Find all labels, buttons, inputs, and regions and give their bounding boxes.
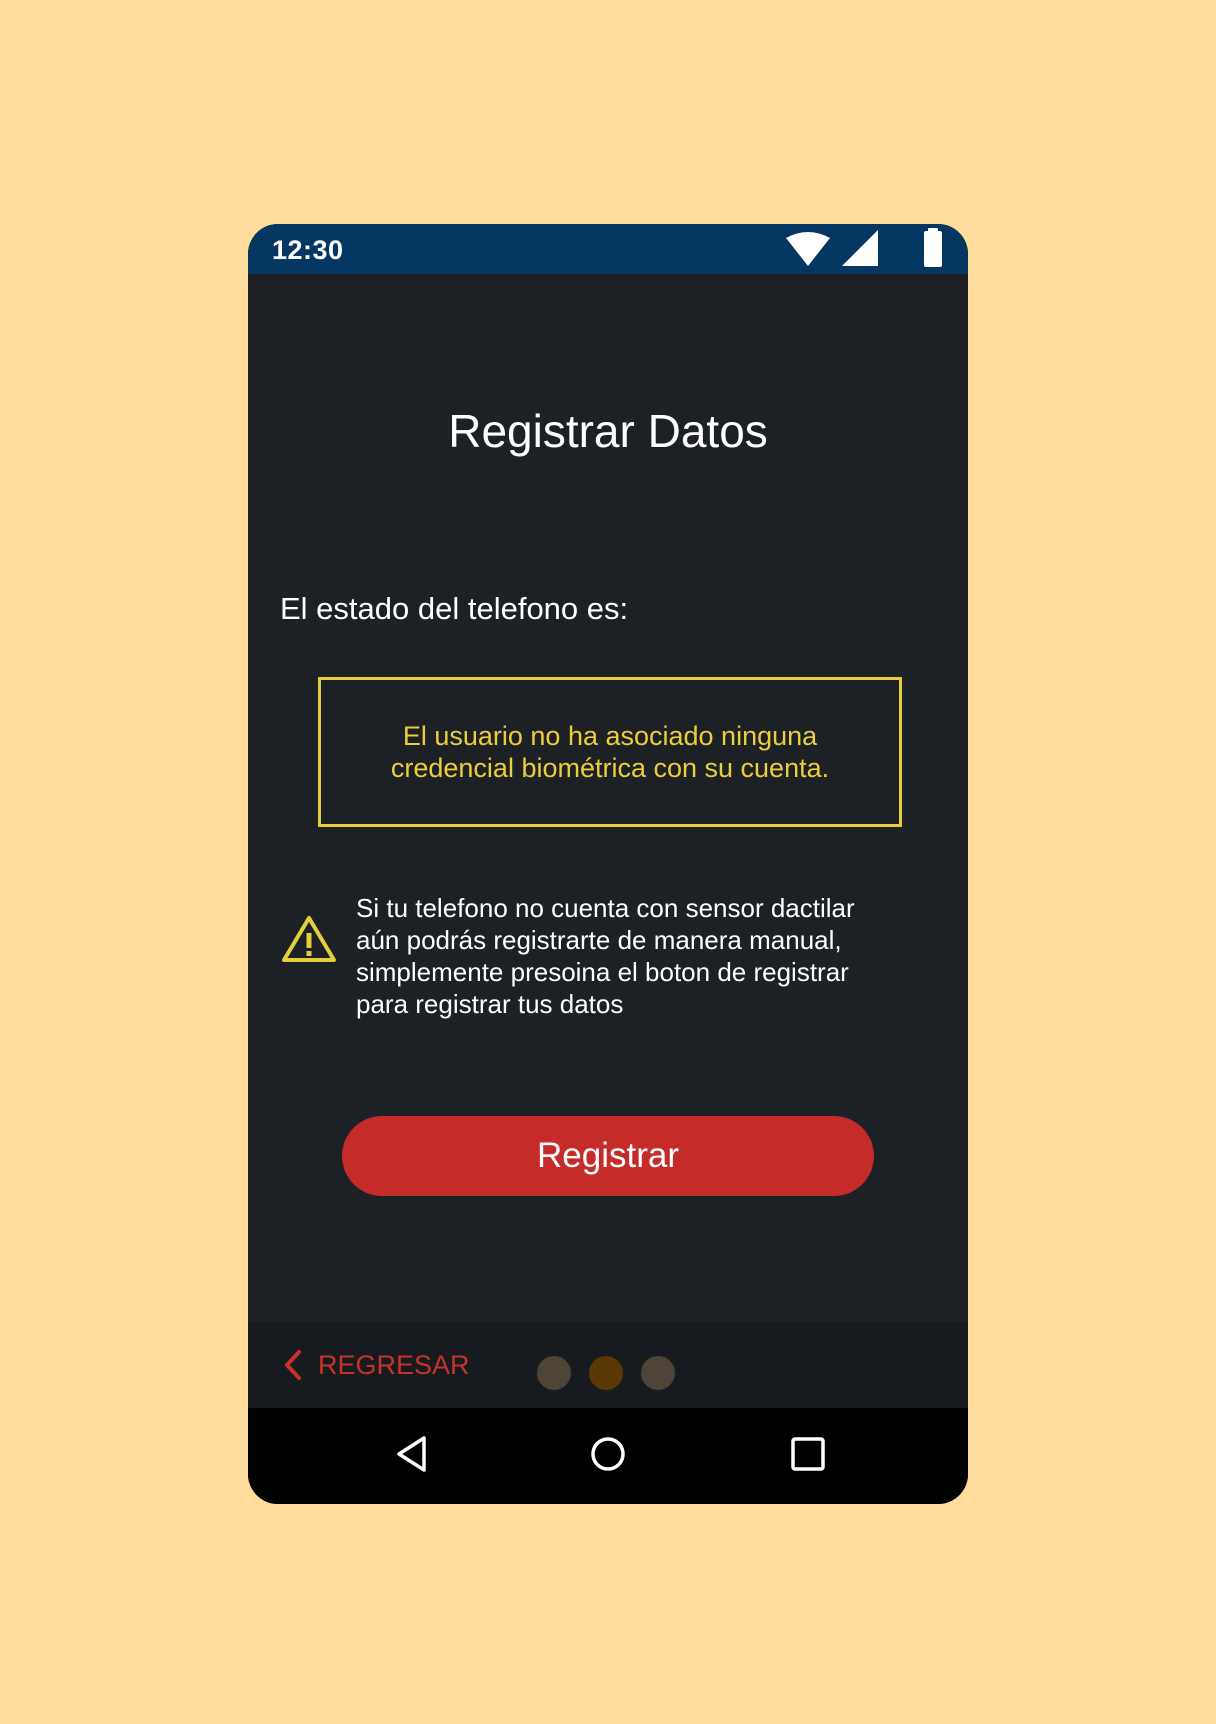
page-dot — [641, 1356, 675, 1390]
page-dot — [537, 1356, 571, 1390]
home-circle-icon[interactable] — [586, 1432, 630, 1476]
warning-message: Si tu telefono no cuenta con sensor dact… — [356, 893, 855, 1019]
biometric-status-message: El usuario no ha asociado ninguna creden… — [390, 721, 830, 783]
register-button[interactable]: Registrar — [342, 1116, 874, 1196]
system-nav-bar — [248, 1408, 968, 1504]
phone-frame: 12:30 Registrar Datos El estado del tele… — [248, 224, 968, 1504]
back-triangle-icon[interactable] — [390, 1432, 434, 1476]
wifi-icon — [786, 232, 830, 266]
page-dot-active — [589, 1356, 623, 1390]
page-title: Registrar Datos — [448, 405, 768, 457]
warning-triangle-icon — [282, 916, 336, 962]
chevron-left-icon — [285, 1350, 301, 1380]
signal-icon — [842, 230, 878, 266]
biometric-status-box: El usuario no ha asociado ninguna creden… — [318, 677, 902, 827]
phone-status-label: El estado del telefono es: — [280, 591, 629, 626]
back-button[interactable]: REGRESAR — [282, 1347, 470, 1383]
status-time: 12:30 — [272, 235, 344, 265]
status-bar: 12:30 — [248, 224, 968, 274]
status-icons — [784, 228, 954, 270]
back-label: REGRESAR — [318, 1349, 470, 1380]
bottom-bar: REGRESAR — [248, 1322, 968, 1408]
recents-square-icon[interactable] — [786, 1432, 830, 1476]
battery-icon — [924, 228, 942, 267]
